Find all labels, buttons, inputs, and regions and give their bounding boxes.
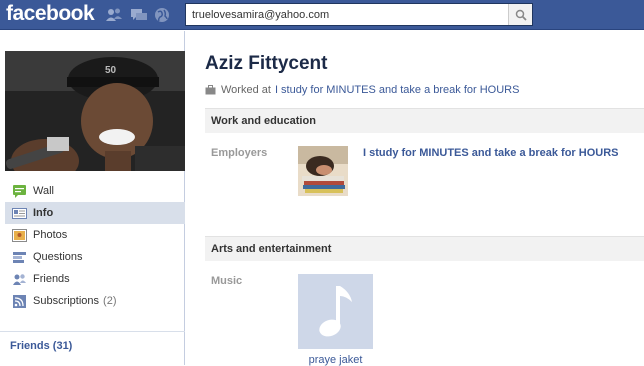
friends-box-header[interactable]: Friends (31) xyxy=(0,331,185,352)
questions-icon xyxy=(12,250,27,265)
search-icon xyxy=(515,9,527,21)
search-input[interactable] xyxy=(186,4,508,25)
employer-link[interactable]: I study for MINUTES and take a break for… xyxy=(363,147,619,159)
sidebar-item-info[interactable]: Info xyxy=(5,202,185,224)
music-item-link[interactable]: praye jaket xyxy=(298,354,373,366)
friends-icon xyxy=(12,272,27,287)
briefcase-icon xyxy=(205,85,216,95)
top-bar: facebook xyxy=(0,0,644,30)
sidebar-item-label: Photos xyxy=(33,229,68,241)
sidebar-item-questions[interactable]: Questions xyxy=(5,246,185,268)
left-column: 50 Wall Info Photos Questions Friends Su… xyxy=(0,31,185,365)
subscriptions-icon xyxy=(12,294,27,309)
sidebar-item-photos[interactable]: Photos xyxy=(5,224,185,246)
profile-picture[interactable]: 50 xyxy=(5,51,185,171)
employers-label: Employers xyxy=(211,147,268,159)
sidebar-item-wall[interactable]: Wall xyxy=(5,180,185,202)
section-arts-header: Arts and entertainment xyxy=(205,236,644,261)
music-note-icon xyxy=(318,285,352,336)
sidebar-item-label: Wall xyxy=(33,185,54,197)
friend-requests-icon[interactable] xyxy=(105,7,122,23)
sidebar-item-friends[interactable]: Friends xyxy=(5,268,185,290)
sidebar-item-label: Info xyxy=(33,207,54,219)
music-thumbnail[interactable] xyxy=(298,274,373,349)
profile-name: Aziz Fittycent xyxy=(205,53,328,74)
section-work-education-header: Work and education xyxy=(205,108,644,133)
facebook-logo[interactable]: facebook xyxy=(6,2,95,26)
notifications-icon[interactable] xyxy=(154,7,170,23)
photos-icon xyxy=(12,228,27,243)
employer-thumbnail[interactable] xyxy=(298,146,348,196)
wall-icon xyxy=(12,184,27,199)
worked-prefix: Worked at xyxy=(221,84,271,96)
music-label: Music xyxy=(211,275,243,287)
search-box xyxy=(185,3,533,26)
main-content: Aziz Fittycent Worked at I study for MIN… xyxy=(186,31,644,366)
sidebar-item-label: Subscriptions xyxy=(33,295,100,307)
subscriptions-count: (2) xyxy=(103,295,117,307)
sidebar-item-subscriptions[interactable]: Subscriptions (2) xyxy=(5,290,185,312)
work-summary: Worked at I study for MINUTES and take a… xyxy=(205,84,519,96)
search-button[interactable] xyxy=(508,4,532,25)
svg-text:50: 50 xyxy=(105,65,117,76)
info-icon xyxy=(12,206,27,221)
worked-at-link[interactable]: I study for MINUTES and take a break for… xyxy=(275,84,520,96)
profile-nav: Wall Info Photos Questions Friends Subsc… xyxy=(5,180,185,312)
sidebar-item-label: Questions xyxy=(33,251,83,263)
sidebar-item-label: Friends xyxy=(33,273,70,285)
messages-icon[interactable] xyxy=(130,7,147,23)
